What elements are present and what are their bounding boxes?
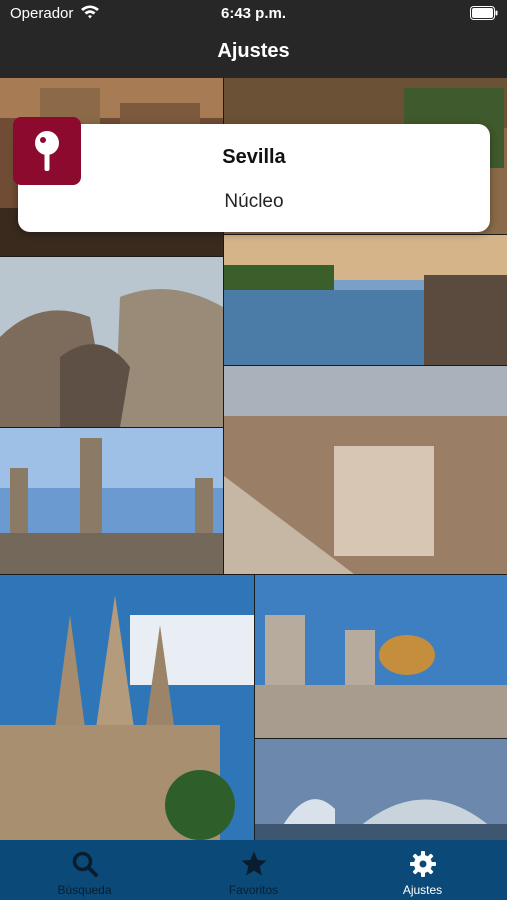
tab-favoritos[interactable]: Favoritos bbox=[169, 840, 338, 900]
tab-label: Favoritos bbox=[228, 883, 279, 897]
location-pin-badge bbox=[13, 117, 81, 185]
page-title: Ajustes bbox=[217, 40, 290, 62]
star-icon bbox=[241, 851, 266, 876]
tab-label: Ajustes bbox=[402, 883, 443, 897]
status-bar: Operador 6:43 p.m. bbox=[0, 0, 507, 28]
valencia-arts-photo bbox=[255, 739, 507, 840]
search-icon bbox=[72, 851, 98, 877]
city-subtitle: Núcleo bbox=[224, 191, 284, 212]
sagrada-familia-photo bbox=[0, 575, 254, 840]
tab-busqueda[interactable]: Búsqueda bbox=[0, 840, 169, 900]
tab-ajustes[interactable]: Ajustes bbox=[338, 840, 507, 900]
city-name: Sevilla bbox=[222, 146, 286, 168]
navigation-bar: Ajustes bbox=[0, 28, 507, 78]
selected-city-card[interactable]: Sevilla Núcleo bbox=[18, 124, 490, 232]
madrid-rooftops-photo bbox=[224, 366, 507, 574]
battery-icon bbox=[470, 6, 498, 20]
tab-bar: Búsqueda Favoritos Ajustes bbox=[0, 840, 507, 900]
basilica-photo bbox=[0, 428, 223, 574]
plaza-espana-photo bbox=[224, 235, 507, 365]
tab-label: Búsqueda bbox=[57, 883, 112, 897]
guggenheim-photo bbox=[0, 257, 223, 427]
map-pin-icon bbox=[35, 131, 59, 171]
clock-label: 6:43 p.m. bbox=[220, 5, 287, 22]
gear-icon bbox=[409, 851, 436, 877]
cadiz-cathedral-photo bbox=[255, 575, 507, 738]
